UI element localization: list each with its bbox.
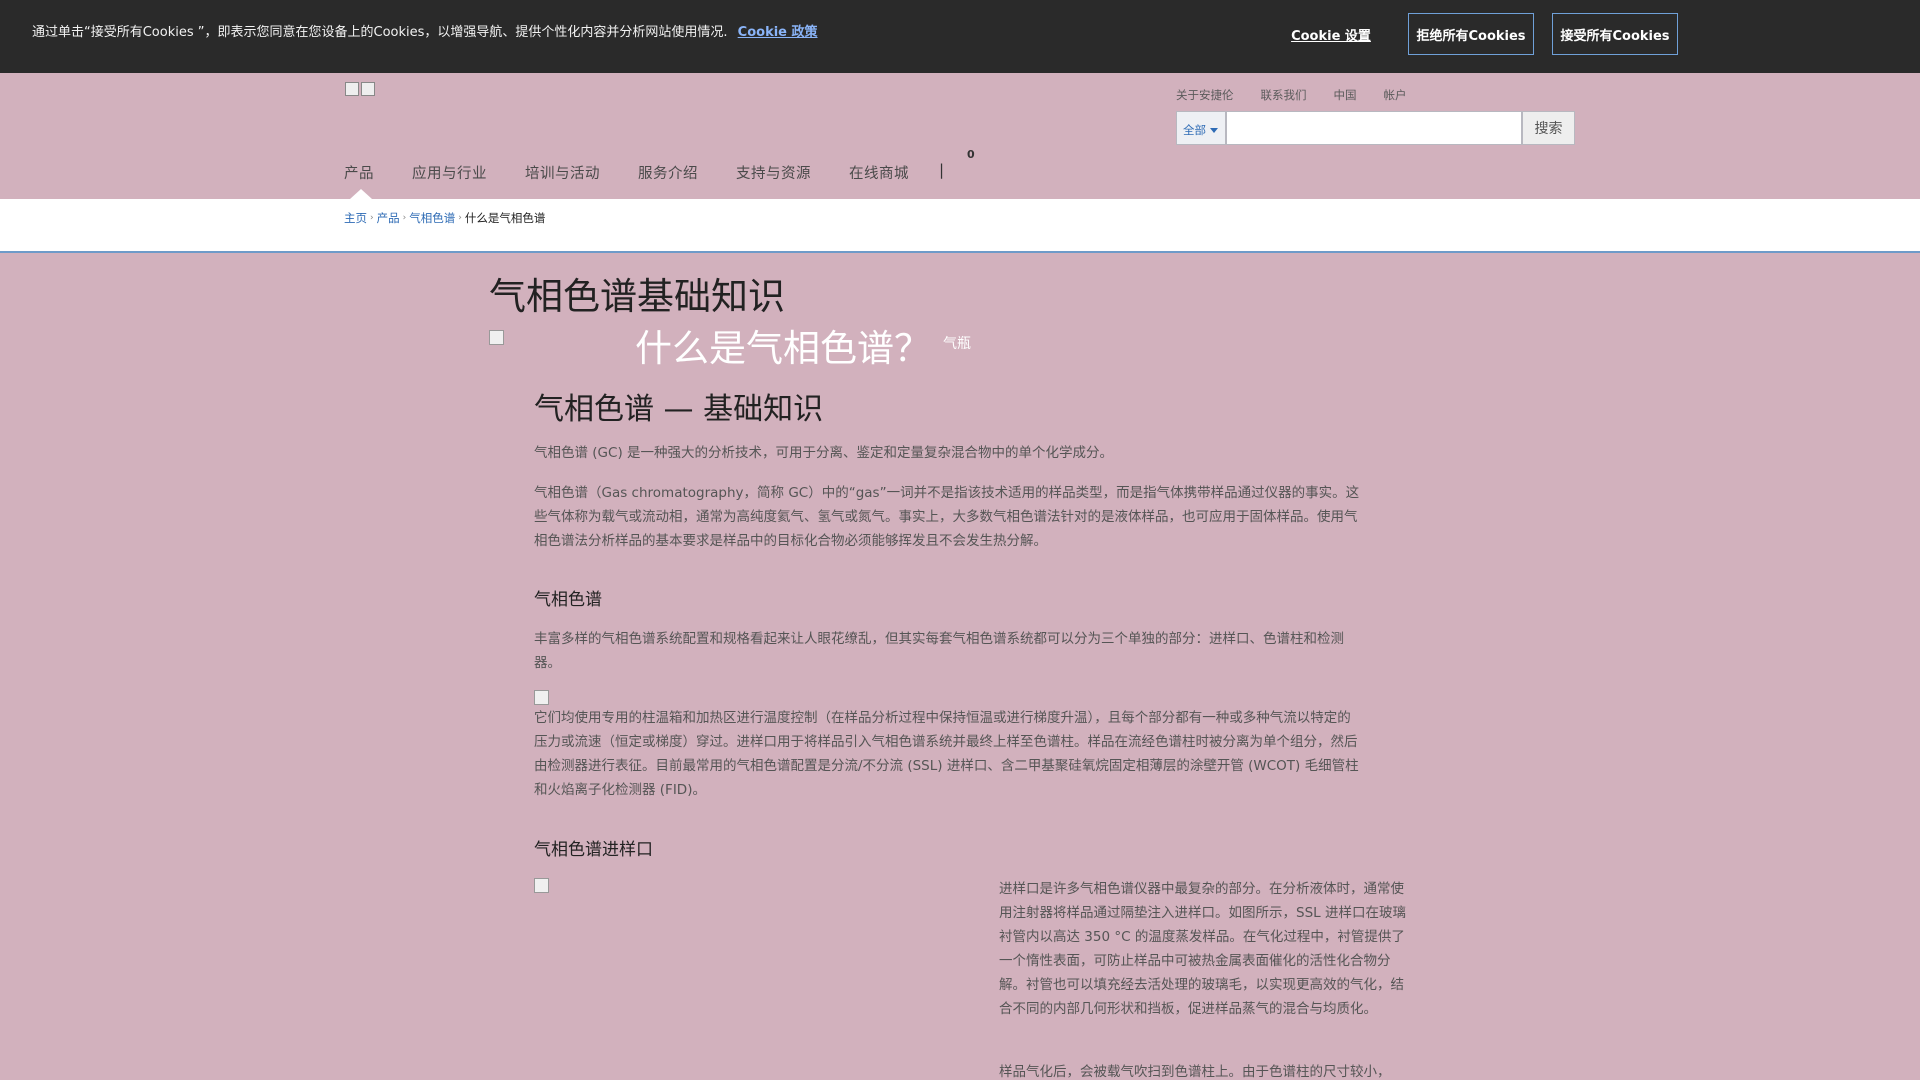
- breadcrumb-products[interactable]: 产品: [377, 210, 400, 226]
- nav-support[interactable]: 支持与资源: [736, 162, 811, 183]
- search-scope-label: 全部: [1183, 123, 1206, 137]
- inlet-paragraph: 进样口是许多气相色谱仪器中最复杂的部分。在分析液体时，通常使用注射器将样品通过隔…: [999, 881, 1406, 1017]
- nav-services[interactable]: 服务介绍: [638, 162, 698, 183]
- util-nav-region[interactable]: 中国: [1334, 87, 1357, 103]
- chevron-right-icon: ›: [370, 213, 374, 223]
- accept-all-cookies-button[interactable]: 接受所有Cookies: [1552, 13, 1678, 55]
- breadcrumb-current: 什么是气相色谱: [464, 211, 546, 225]
- nav-divider: |: [939, 161, 945, 179]
- cookie-message: 通过单击“接受所有Cookies ”，即表示您同意在您设备上的Cookies，以…: [32, 21, 818, 40]
- broken-image-icon: [345, 82, 359, 96]
- main-nav: 产品 应用与行业 培训与活动 服务介绍 支持与资源 在线商城: [344, 162, 947, 183]
- intro-paragraph: 气相色谱 (GC) 是一种强大的分析技术，可用于分离、鉴定和定量复杂混合物中的单…: [534, 445, 1114, 461]
- util-nav-account[interactable]: 帐户: [1384, 87, 1407, 103]
- active-nav-pointer: [350, 189, 372, 199]
- cookie-message-text: 通过单击“接受所有Cookies ”，即表示您同意在您设备上的Cookies，以…: [32, 25, 728, 40]
- image-alt-text: 气瓶: [943, 336, 971, 352]
- breadcrumb-home[interactable]: 主页: [344, 210, 367, 226]
- search-input[interactable]: [1226, 111, 1522, 145]
- search-scope-dropdown[interactable]: 全部: [1176, 111, 1226, 145]
- nav-applications[interactable]: 应用与行业: [412, 162, 487, 183]
- cart-count-badge[interactable]: 0: [967, 148, 975, 161]
- site-logo[interactable]: [345, 82, 377, 96]
- gc-paragraph: 丰富多样的气相色谱系统配置和规格看起来让人眼花缭乱，但其实每套气相色谱系统都可以…: [534, 631, 1344, 671]
- reject-all-cookies-button[interactable]: 拒绝所有Cookies: [1408, 13, 1534, 55]
- nav-store[interactable]: 在线商城: [849, 162, 909, 183]
- caret-down-icon: [1210, 128, 1218, 133]
- cookie-policy-link[interactable]: Cookie 政策: [738, 25, 818, 40]
- broken-image-icon: [534, 690, 549, 705]
- gas-paragraph: 气相色谱（Gas chromatography，简称 GC）中的“gas”一词并…: [534, 485, 1360, 549]
- breadcrumb: 主页 › 产品 › 气相色谱 › 什么是气相色谱: [344, 210, 545, 226]
- inlet-heading: 气相色谱进样口: [534, 840, 653, 860]
- page-title: 气相色谱基础知识: [489, 275, 785, 318]
- broken-image-icon: [489, 330, 504, 345]
- nav-training[interactable]: 培训与活动: [525, 162, 600, 183]
- utility-nav: 关于安捷伦 联系我们 中国 帐户: [1176, 87, 1407, 103]
- chevron-right-icon: ›: [402, 213, 407, 223]
- subtitle: 什么是气相色谱？: [635, 327, 931, 370]
- gc-detail-paragraph: 它们均使用专用的柱温箱和加热区进行温度控制（在样品分析过程中保持恒温或进行梯度升…: [534, 710, 1359, 798]
- inlet-paragraph-continued: 样品气化后，会被载气吹扫到色谱柱上。由于色谱柱的尺寸较小，: [999, 1064, 1391, 1080]
- util-nav-about[interactable]: 关于安捷伦: [1176, 87, 1234, 103]
- chevron-right-icon: ›: [458, 213, 462, 223]
- cookie-banner: 通过单击“接受所有Cookies ”，即表示您同意在您设备上的Cookies，以…: [0, 0, 1920, 73]
- broken-image-icon: [361, 82, 375, 96]
- search-button[interactable]: 搜索: [1522, 111, 1575, 145]
- search-box: 全部 搜索: [1176, 111, 1575, 145]
- gc-heading: 气相色谱: [534, 590, 602, 610]
- broken-image-icon: [534, 878, 549, 893]
- section-heading: 气相色谱 — 基础知识: [534, 392, 824, 427]
- util-nav-contact[interactable]: 联系我们: [1261, 87, 1307, 103]
- breadcrumb-gc[interactable]: 气相色谱: [409, 210, 455, 226]
- breadcrumb-bar: [0, 199, 1920, 253]
- cookie-settings-button[interactable]: Cookie 设置: [1271, 21, 1391, 47]
- nav-products[interactable]: 产品: [344, 162, 374, 183]
